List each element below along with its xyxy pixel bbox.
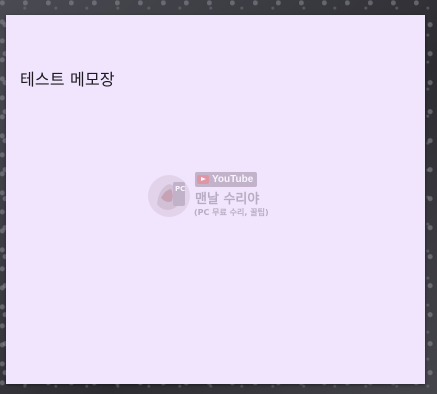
channel-logo-text: PC <box>175 185 185 193</box>
desktop-background: 테스트 메모장 PC YouTube 맨날 수리야 (PC 무료 수리, 꿀팁) <box>0 0 437 394</box>
channel-subtitle: (PC 무료 수리, 꿀팁) <box>194 208 269 217</box>
note-text[interactable]: 테스트 메모장 <box>20 66 115 90</box>
channel-watermark: PC YouTube 맨날 수리야 (PC 무료 수리, 꿀팁) <box>147 172 287 222</box>
channel-logo-icon: PC <box>148 175 190 217</box>
youtube-badge: YouTube <box>195 172 258 187</box>
channel-title: 맨날 수리야 <box>195 192 260 207</box>
youtube-label: YouTube <box>212 174 254 185</box>
youtube-play-icon <box>197 175 209 184</box>
